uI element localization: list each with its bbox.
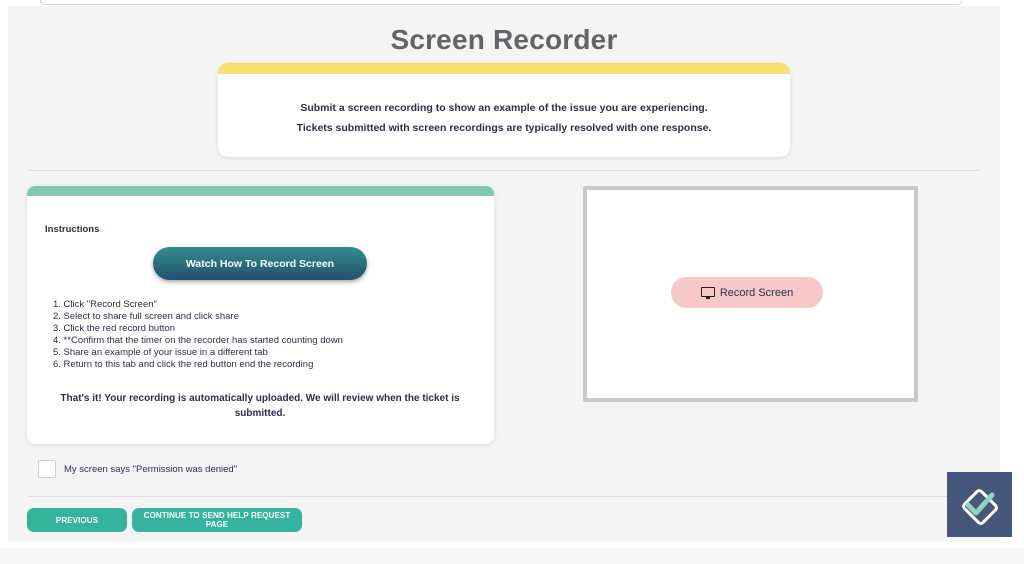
notice-card: Submit a screen recording to show an exa… (218, 63, 790, 157)
list-item: 3. Click the red record button (53, 323, 175, 334)
instructions-heading: Instructions (45, 224, 100, 235)
notice-line-2: Tickets submitted with screen recordings… (296, 122, 712, 134)
list-item: 6. Return to this tab and click the red … (53, 359, 314, 370)
previous-button[interactable]: PREVIOUS (27, 508, 127, 532)
recording-preview-frame: Record Screen (583, 186, 918, 402)
record-screen-button[interactable]: Record Screen (671, 277, 823, 308)
monitor-icon (700, 286, 715, 299)
footer-shade (0, 548, 1024, 564)
permission-denied-option[interactable]: My screen says "Permission was denied" (38, 460, 237, 478)
final-note: That's it! Your recording is automatical… (60, 393, 460, 419)
notice-line-1: Submit a screen recording to show an exa… (300, 102, 708, 114)
instructions-card: Instructions Watch How To Record Screen … (27, 186, 494, 444)
list-item: 1. Click "Record Screen" (53, 299, 157, 310)
list-item: 2. Select to share full screen and click… (53, 311, 239, 322)
notice-stripe (218, 63, 790, 74)
list-item: 4. **Confirm that the timer on the recor… (53, 335, 343, 346)
permission-denied-label: My screen says "Permission was denied" (64, 463, 238, 475)
checkmark-logo-icon (961, 488, 998, 525)
page-container: Screen Recorder Submit a screen recordin… (8, 6, 1000, 542)
divider (28, 496, 980, 497)
brand-logo (947, 472, 1012, 537)
watch-how-to-record-button[interactable]: Watch How To Record Screen (153, 247, 367, 280)
browser-top-edge (40, 0, 962, 5)
continue-to-help-request-button[interactable]: CONTINUE TO SEND HELP REQUEST PAGE (132, 508, 302, 532)
permission-denied-checkbox[interactable] (38, 460, 56, 478)
record-screen-label: Record Screen (719, 286, 794, 299)
divider (28, 170, 980, 171)
list-item: 5. Share an example of your issue in a d… (53, 347, 268, 358)
instructions-stripe (27, 186, 494, 196)
instruction-steps: 1. Click "Record Screen" 2. Select to sh… (53, 299, 343, 371)
page-title: Screen Recorder (390, 24, 618, 55)
